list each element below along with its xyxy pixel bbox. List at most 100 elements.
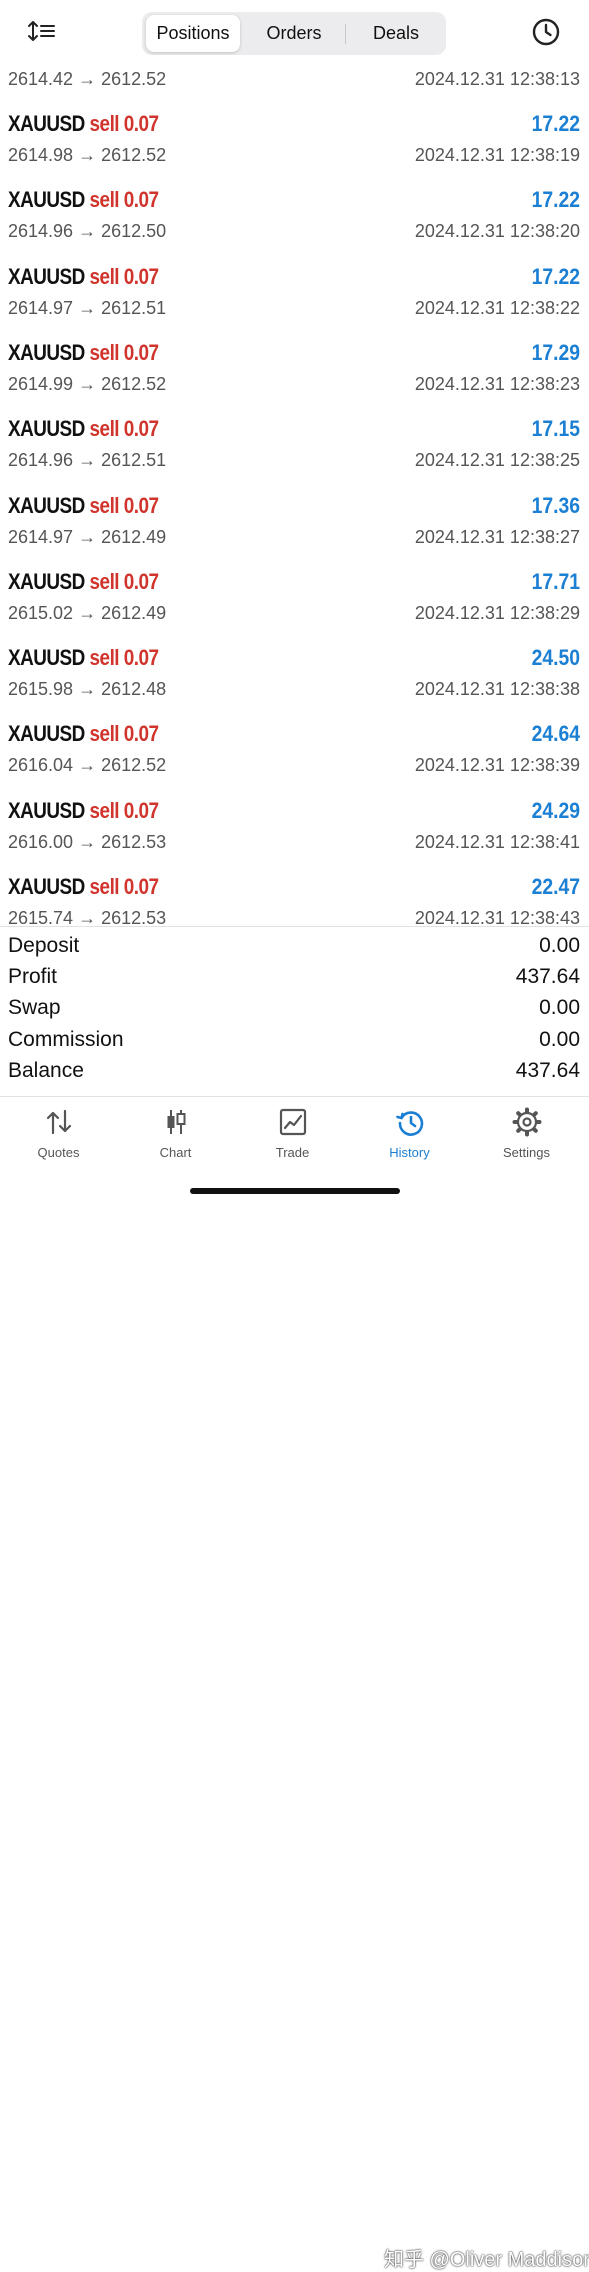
tab-trade[interactable]: Trade	[234, 1097, 351, 1167]
deal-volume: 0.07	[123, 339, 159, 365]
deal-side: sell	[89, 568, 120, 594]
sort-icon[interactable]	[26, 18, 58, 46]
deal-prices: 2614.42 → 2612.52	[8, 69, 167, 89]
history-icon	[396, 1111, 424, 1136]
deal-time: 2024.12.31 12:38:13	[414, 69, 580, 89]
deal-title: XAUUSD sell 0.07	[8, 111, 159, 137]
deal-side: sell	[89, 187, 120, 213]
deal-profit: 17.29	[531, 339, 580, 365]
deal-profit: 17.36	[531, 492, 580, 518]
deal-side: sell	[89, 492, 120, 518]
tab-settings-label: Settings	[503, 1145, 550, 1160]
deal-symbol: XAUUSD	[8, 645, 85, 671]
segment-divider	[345, 24, 346, 44]
deal-symbol: XAUUSD	[8, 187, 85, 213]
deal-row[interactable]: XAUUSD sell 0.07 24.29 2616.00 → 2612.53 20…	[0, 788, 589, 864]
deal-title: XAUUSD sell 0.07	[8, 416, 159, 442]
deal-title: XAUUSD sell 0.07	[8, 187, 159, 213]
deal-prices: 2614.99 → 2612.52	[8, 373, 167, 394]
summary-label: Swap	[8, 996, 61, 1020]
deal-side: sell	[89, 111, 120, 136]
deal-time: 2024.12.31 12:38:43	[414, 908, 580, 926]
deal-prices: 2616.00 → 2612.53	[8, 831, 167, 852]
top-bar: Positions Orders Deals	[0, 0, 589, 60]
deal-profit: 17.22	[531, 187, 580, 213]
deal-row[interactable]: XAUUSD sell 0.07 24.50 2615.98 → 2612.48 20…	[0, 635, 589, 711]
deal-symbol: XAUUSD	[8, 492, 85, 518]
bottom-tab-bar: Quotes Chart Trade History Settings 知乎 @…	[0, 1096, 589, 2271]
deal-row[interactable]: XAUUSD sell 0.07 17.22 2614.97 → 2612.51 20…	[0, 254, 589, 330]
deal-volume: 0.07	[123, 263, 159, 289]
settings-icon	[512, 1107, 542, 1137]
deal-title: XAUUSD sell 0.07	[8, 264, 159, 290]
deal-profit: 24.64	[531, 721, 580, 747]
summary-row-deposit: Deposit 0.00	[0, 934, 589, 965]
tab-chart[interactable]: Chart	[117, 1097, 234, 1167]
deal-row[interactable]: XAUUSD sell 0.07 17.71 2615.02 → 2612.49 20…	[0, 559, 589, 635]
deal-volume: 0.07	[123, 721, 159, 747]
deal-symbol: XAUUSD	[8, 874, 85, 899]
summary-label: Commission	[8, 1027, 124, 1051]
summary-row-balance: Balance 437.64	[0, 1059, 589, 1090]
deal-side: sell	[89, 339, 120, 365]
tab-history[interactable]: History	[351, 1097, 468, 1167]
deal-prices: 2614.98 → 2612.52	[8, 145, 167, 165]
deal-time: 2024.12.31 12:38:25	[414, 450, 580, 471]
deal-volume: 0.07	[123, 645, 159, 671]
tab-history-label: History	[389, 1145, 430, 1160]
deal-row[interactable]: XAUUSD sell 0.07 17.22 2614.98 → 2612.52 20…	[0, 101, 589, 177]
deal-side: sell	[89, 263, 120, 289]
deal-volume: 0.07	[123, 416, 159, 442]
deal-volume: 0.07	[123, 187, 159, 213]
deal-profit: 17.22	[531, 263, 580, 289]
deal-prices: 2614.97 → 2612.51	[8, 297, 167, 318]
summary-label: Balance	[8, 1058, 84, 1082]
deal-symbol: XAUUSD	[8, 111, 85, 136]
deal-row[interactable]: XAUUSD sell 0.07 24.64 2616.04 → 2612.52 20…	[0, 711, 589, 787]
clock-icon[interactable]	[530, 16, 562, 48]
deal-side: sell	[89, 416, 120, 442]
deal-side: sell	[89, 645, 120, 671]
deal-row[interactable]: XAUUSD sell 0.07 22.47 2615.74 → 2612.53 20…	[0, 864, 589, 926]
deal-row[interactable]: XAUUSD sell 0.07 17.36 2614.97 → 2612.49 20…	[0, 483, 589, 559]
deal-side: sell	[89, 797, 120, 823]
tab-deals[interactable]: Deals	[348, 15, 444, 52]
summary-value: 0.00	[539, 1027, 580, 1051]
deal-volume: 0.07	[123, 568, 159, 594]
deal-time: 2024.12.31 12:38:20	[414, 221, 580, 242]
deal-time: 2024.12.31 12:38:39	[414, 755, 580, 776]
deals-list[interactable]: 2614.42 → 2612.52 2024.12.31 12:38:13 XA…	[0, 36, 589, 926]
summary-row-commission: Commission 0.00	[0, 1028, 589, 1059]
deal-row[interactable]: XAUUSD sell 0.07 17.29 2614.99 → 2612.52 20…	[0, 330, 589, 406]
deal-prices: 2616.04 → 2612.52	[8, 755, 167, 776]
summary-row-profit: Profit 437.64	[0, 965, 589, 996]
home-indicator	[190, 1188, 400, 1194]
summary-value: 437.64	[515, 1058, 580, 1082]
quotes-icon	[46, 1109, 72, 1135]
trade-icon	[279, 1108, 307, 1136]
summary-value: 0.00	[539, 996, 580, 1020]
deal-time: 2024.12.31 12:38:27	[414, 526, 580, 547]
summary-divider	[0, 926, 589, 927]
deal-prices: 2614.97 → 2612.49	[8, 526, 167, 547]
summary-label: Profit	[8, 965, 58, 989]
summary-value: 0.00	[539, 934, 580, 957]
deal-row[interactable]: XAUUSD sell 0.07 17.22 2614.96 → 2612.50 20…	[0, 177, 589, 253]
deal-symbol: XAUUSD	[8, 568, 85, 594]
deal-volume: 0.07	[123, 492, 159, 518]
tab-quotes[interactable]: Quotes	[0, 1097, 117, 1167]
deal-symbol: XAUUSD	[8, 797, 85, 823]
deal-side: sell	[89, 874, 120, 899]
tab-positions[interactable]: Positions	[146, 15, 240, 52]
tab-settings[interactable]: Settings	[468, 1097, 585, 1167]
tab-trade-label: Trade	[275, 1145, 310, 1160]
deal-profit: 17.15	[531, 416, 580, 442]
deal-symbol: XAUUSD	[8, 263, 85, 289]
tab-orders[interactable]: Orders	[246, 15, 342, 52]
deal-row[interactable]: XAUUSD sell 0.07 17.15 2614.96 → 2612.51 20…	[0, 406, 589, 482]
deal-title: XAUUSD sell 0.07	[8, 493, 159, 519]
deal-time: 2024.12.31 12:38:19	[414, 145, 580, 165]
deal-symbol: XAUUSD	[8, 416, 85, 442]
watermark: 知乎 @Oliver Maddison	[384, 2249, 589, 2271]
deal-prices: 2615.98 → 2612.48	[8, 679, 167, 700]
